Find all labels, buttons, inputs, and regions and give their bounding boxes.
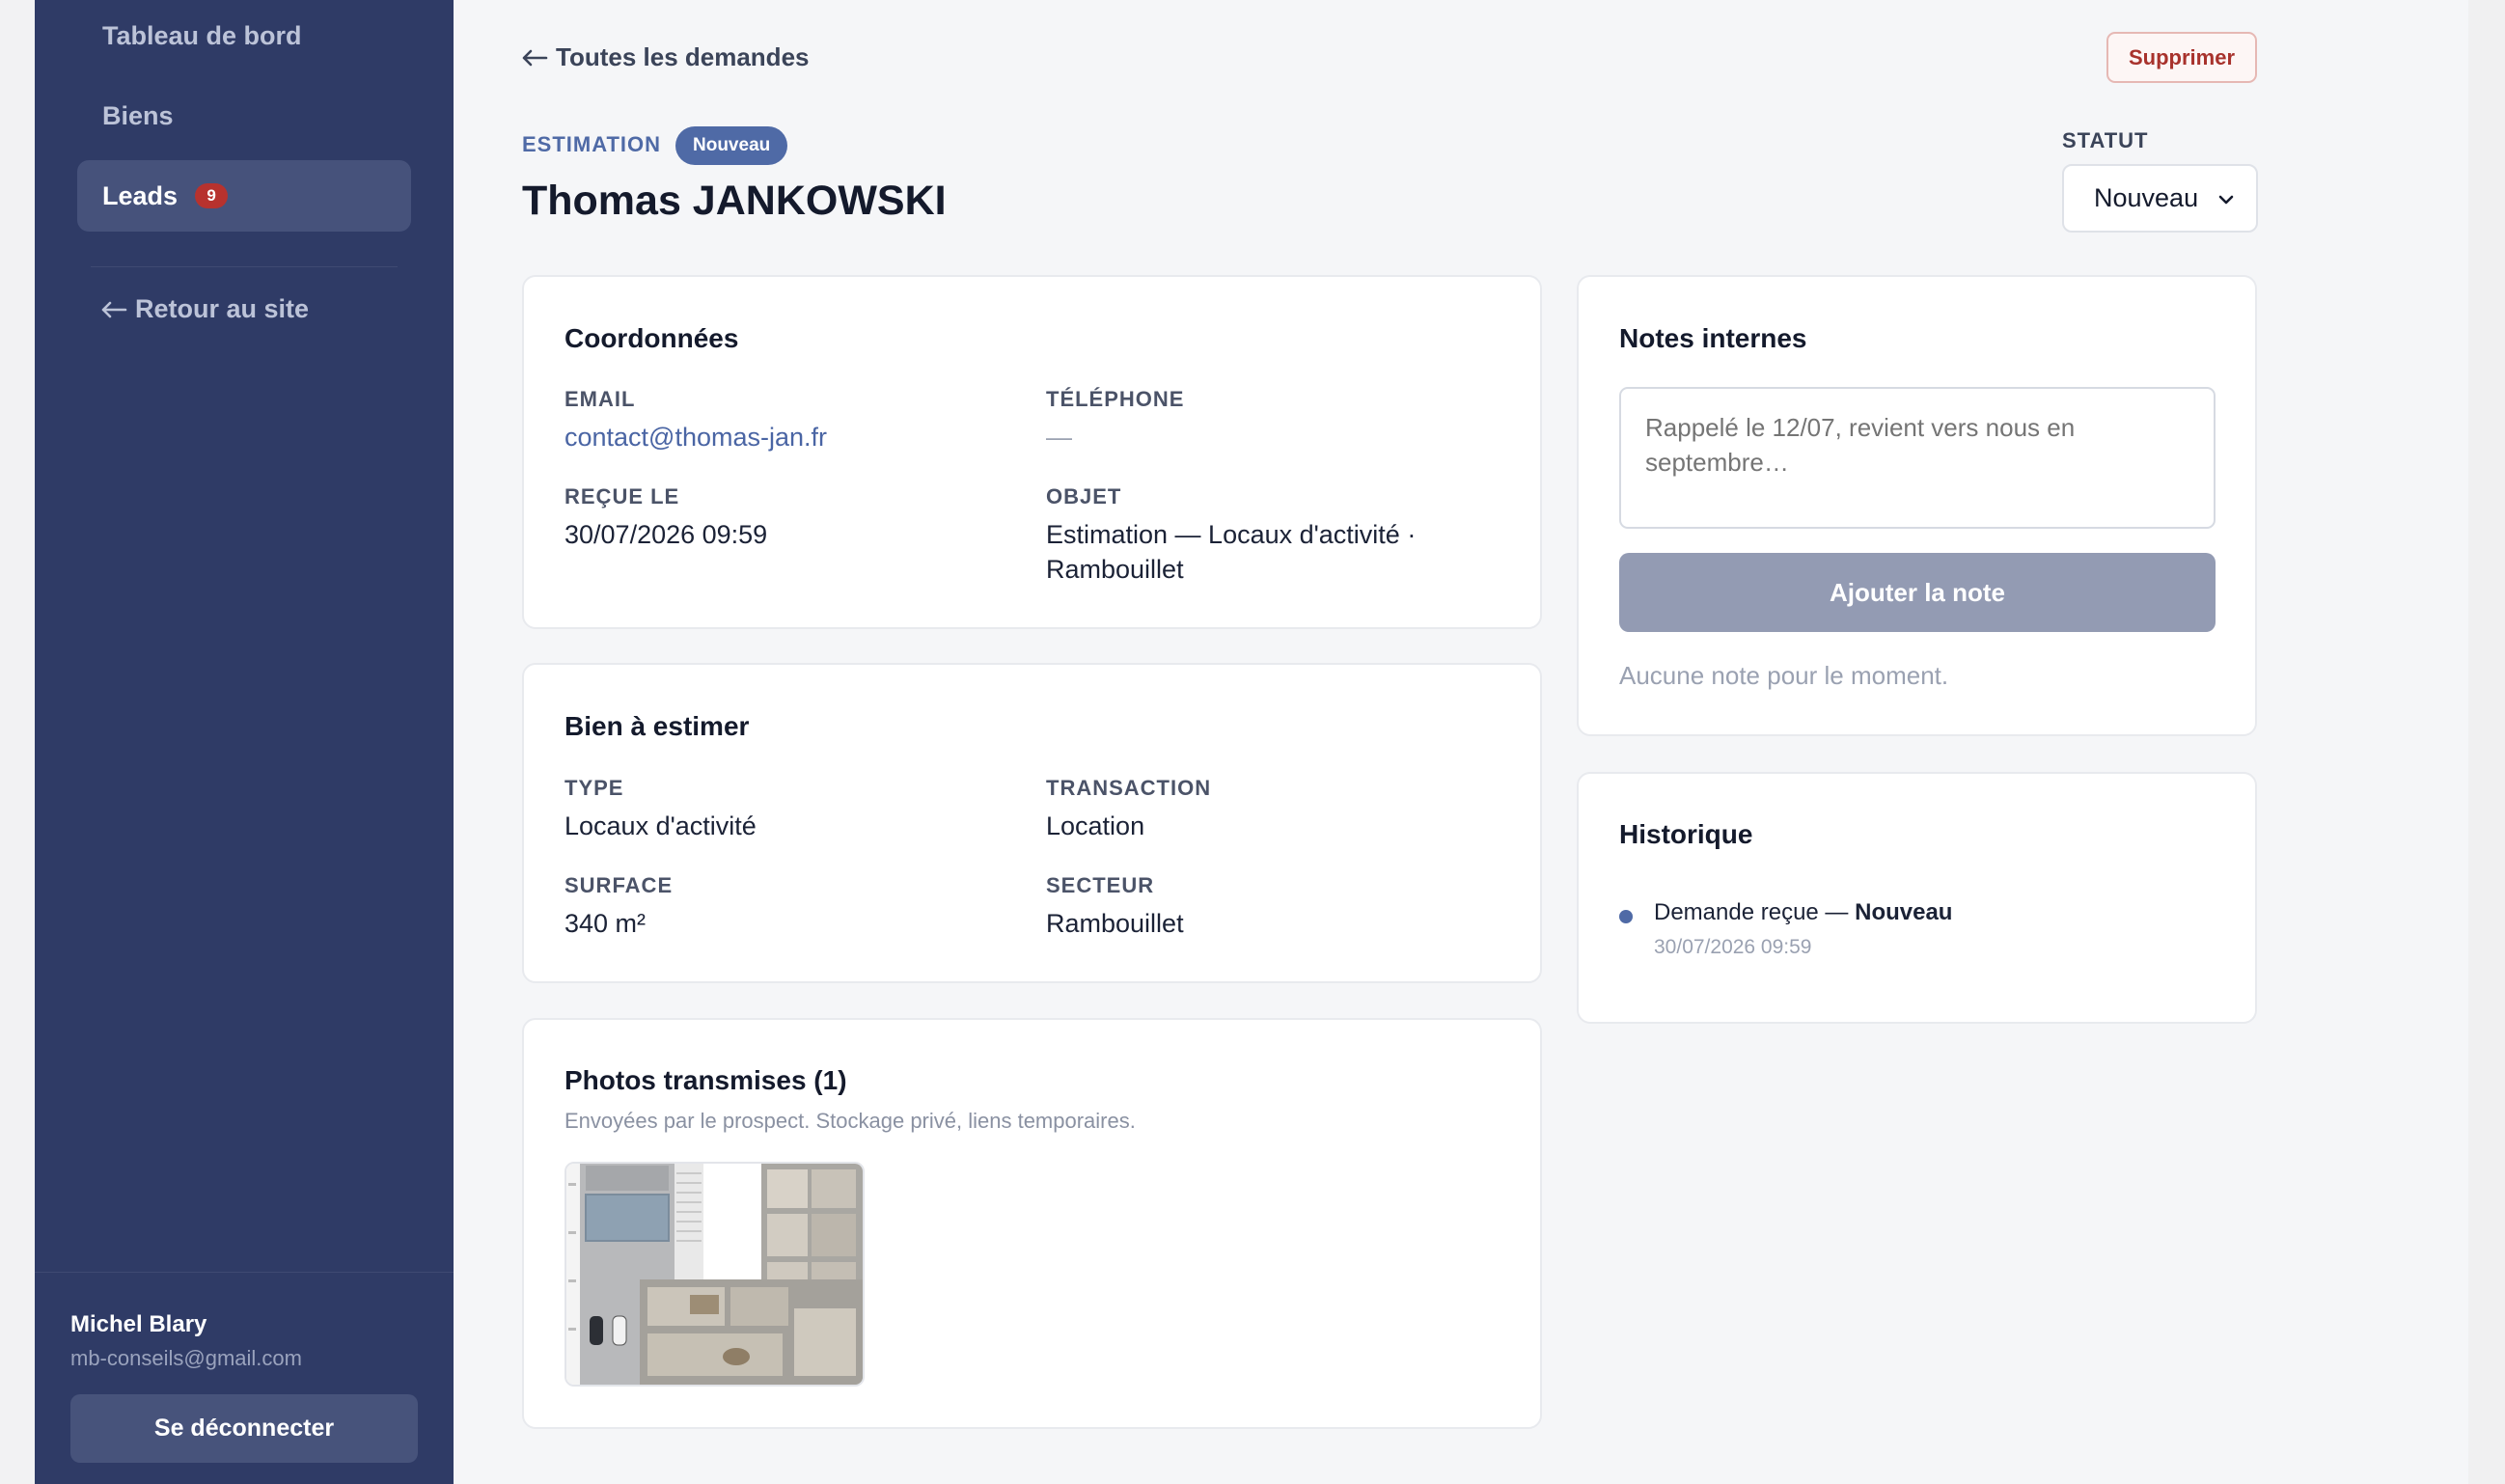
sidebar-item-dashboard[interactable]: Tableau de bord <box>77 0 411 71</box>
user-name: Michel Blary <box>70 1311 207 1337</box>
request-type-label: ESTIMATION <box>522 132 662 156</box>
user-email: mb-conseils@gmail.com <box>70 1346 302 1370</box>
history-entry-date: 30/07/2026 09:59 <box>1654 936 1812 958</box>
main-content: Toutes les demandes Supprimer ESTIMATION… <box>454 0 2468 1484</box>
back-to-requests-link[interactable]: Toutes les demandes <box>521 42 810 72</box>
history-entry-text: Demande reçue — Nouveau <box>1654 899 1952 926</box>
sidebar-divider <box>91 266 398 267</box>
surface-value: 340 m² <box>564 909 647 938</box>
notes-card-title: Notes internes <box>1619 323 1807 353</box>
statut-label: STATUT <box>2062 128 2149 152</box>
contact-card: Coordonnées EMAIL contact@thomas-jan.fr … <box>522 275 1542 629</box>
photo-thumbnail[interactable] <box>564 1162 865 1387</box>
sidebar-item-label: Tableau de bord <box>102 20 302 50</box>
back-to-site-link[interactable]: Retour au site <box>100 294 309 324</box>
received-value: 30/07/2026 09:59 <box>564 520 768 549</box>
page-edge <box>2468 0 2505 1484</box>
note-textarea[interactable] <box>1619 387 2216 529</box>
type-value: Locaux d'activité <box>564 811 757 840</box>
arrow-left-icon <box>101 301 127 317</box>
object-label: OBJET <box>1046 484 1122 508</box>
add-note-button[interactable]: Ajouter la note <box>1619 553 2216 632</box>
property-card-title: Bien à estimer <box>564 711 750 741</box>
object-value-line1: Estimation — Locaux d'activité · <box>1046 520 1417 549</box>
received-label: REÇUE LE <box>564 484 680 508</box>
secteur-value: Rambouillet <box>1046 909 1184 938</box>
page-title: Thomas JANKOWSKI <box>522 178 947 224</box>
leads-count-badge: 9 <box>195 183 229 208</box>
back-to-site-label: Retour au site <box>135 294 310 323</box>
email-link[interactable]: contact@thomas-jan.fr <box>564 420 827 455</box>
transaction-label: TRANSACTION <box>1046 776 1212 800</box>
photos-card: Photos transmises (1) Envoyées par le pr… <box>522 1018 1542 1429</box>
history-entry-label: Demande reçue — <box>1654 899 1856 925</box>
empty-notes-message: Aucune note pour le moment. <box>1619 661 1949 690</box>
chevron-down-icon <box>2218 195 2234 205</box>
contact-card-title: Coordonnées <box>564 323 739 353</box>
statut-select-value: Nouveau <box>2094 183 2199 212</box>
status-badge: Nouveau <box>675 126 788 165</box>
history-entry-status: Nouveau <box>1855 899 1953 925</box>
delete-button[interactable]: Supprimer <box>2106 32 2257 83</box>
sidebar-item-leads[interactable]: Leads 9 <box>77 160 411 232</box>
notes-card: Notes internes Ajouter la note Aucune no… <box>1577 275 2257 736</box>
history-card-title: Historique <box>1619 819 1753 849</box>
email-label: EMAIL <box>564 387 636 411</box>
sidebar-item-label: Biens <box>102 100 174 130</box>
property-card: Bien à estimer TYPE Locaux d'activité TR… <box>522 663 1542 983</box>
phone-value: — <box>1046 423 1072 452</box>
phone-label: TÉLÉPHONE <box>1046 387 1185 411</box>
sidebar-footer-divider <box>35 1272 454 1273</box>
photos-card-title: Photos transmises (1) <box>564 1065 847 1095</box>
back-to-requests-label: Toutes les demandes <box>556 42 810 71</box>
arrow-left-icon <box>522 49 548 66</box>
floor-plan-image <box>566 1164 863 1385</box>
logout-button[interactable]: Se déconnecter <box>70 1394 418 1463</box>
type-label: TYPE <box>564 776 624 800</box>
secteur-label: SECTEUR <box>1046 873 1155 897</box>
surface-label: SURFACE <box>564 873 674 897</box>
sidebar-item-label: Leads <box>102 180 179 210</box>
app-root: Tableau de bord Biens Leads 9 Retour au … <box>0 0 2505 1484</box>
sidebar-item-biens[interactable]: Biens <box>77 80 411 151</box>
transaction-value: Location <box>1046 811 1145 840</box>
history-card: Historique Demande reçue — Nouveau 30/07… <box>1577 772 2257 1024</box>
timeline-dot-icon <box>1619 910 1633 923</box>
sidebar: Tableau de bord Biens Leads 9 Retour au … <box>35 0 454 1484</box>
object-value-line2: Rambouillet <box>1046 555 1184 584</box>
photos-subtitle: Envoyées par le prospect. Stockage privé… <box>564 1109 1136 1133</box>
statut-select[interactable]: Nouveau <box>2062 164 2258 233</box>
